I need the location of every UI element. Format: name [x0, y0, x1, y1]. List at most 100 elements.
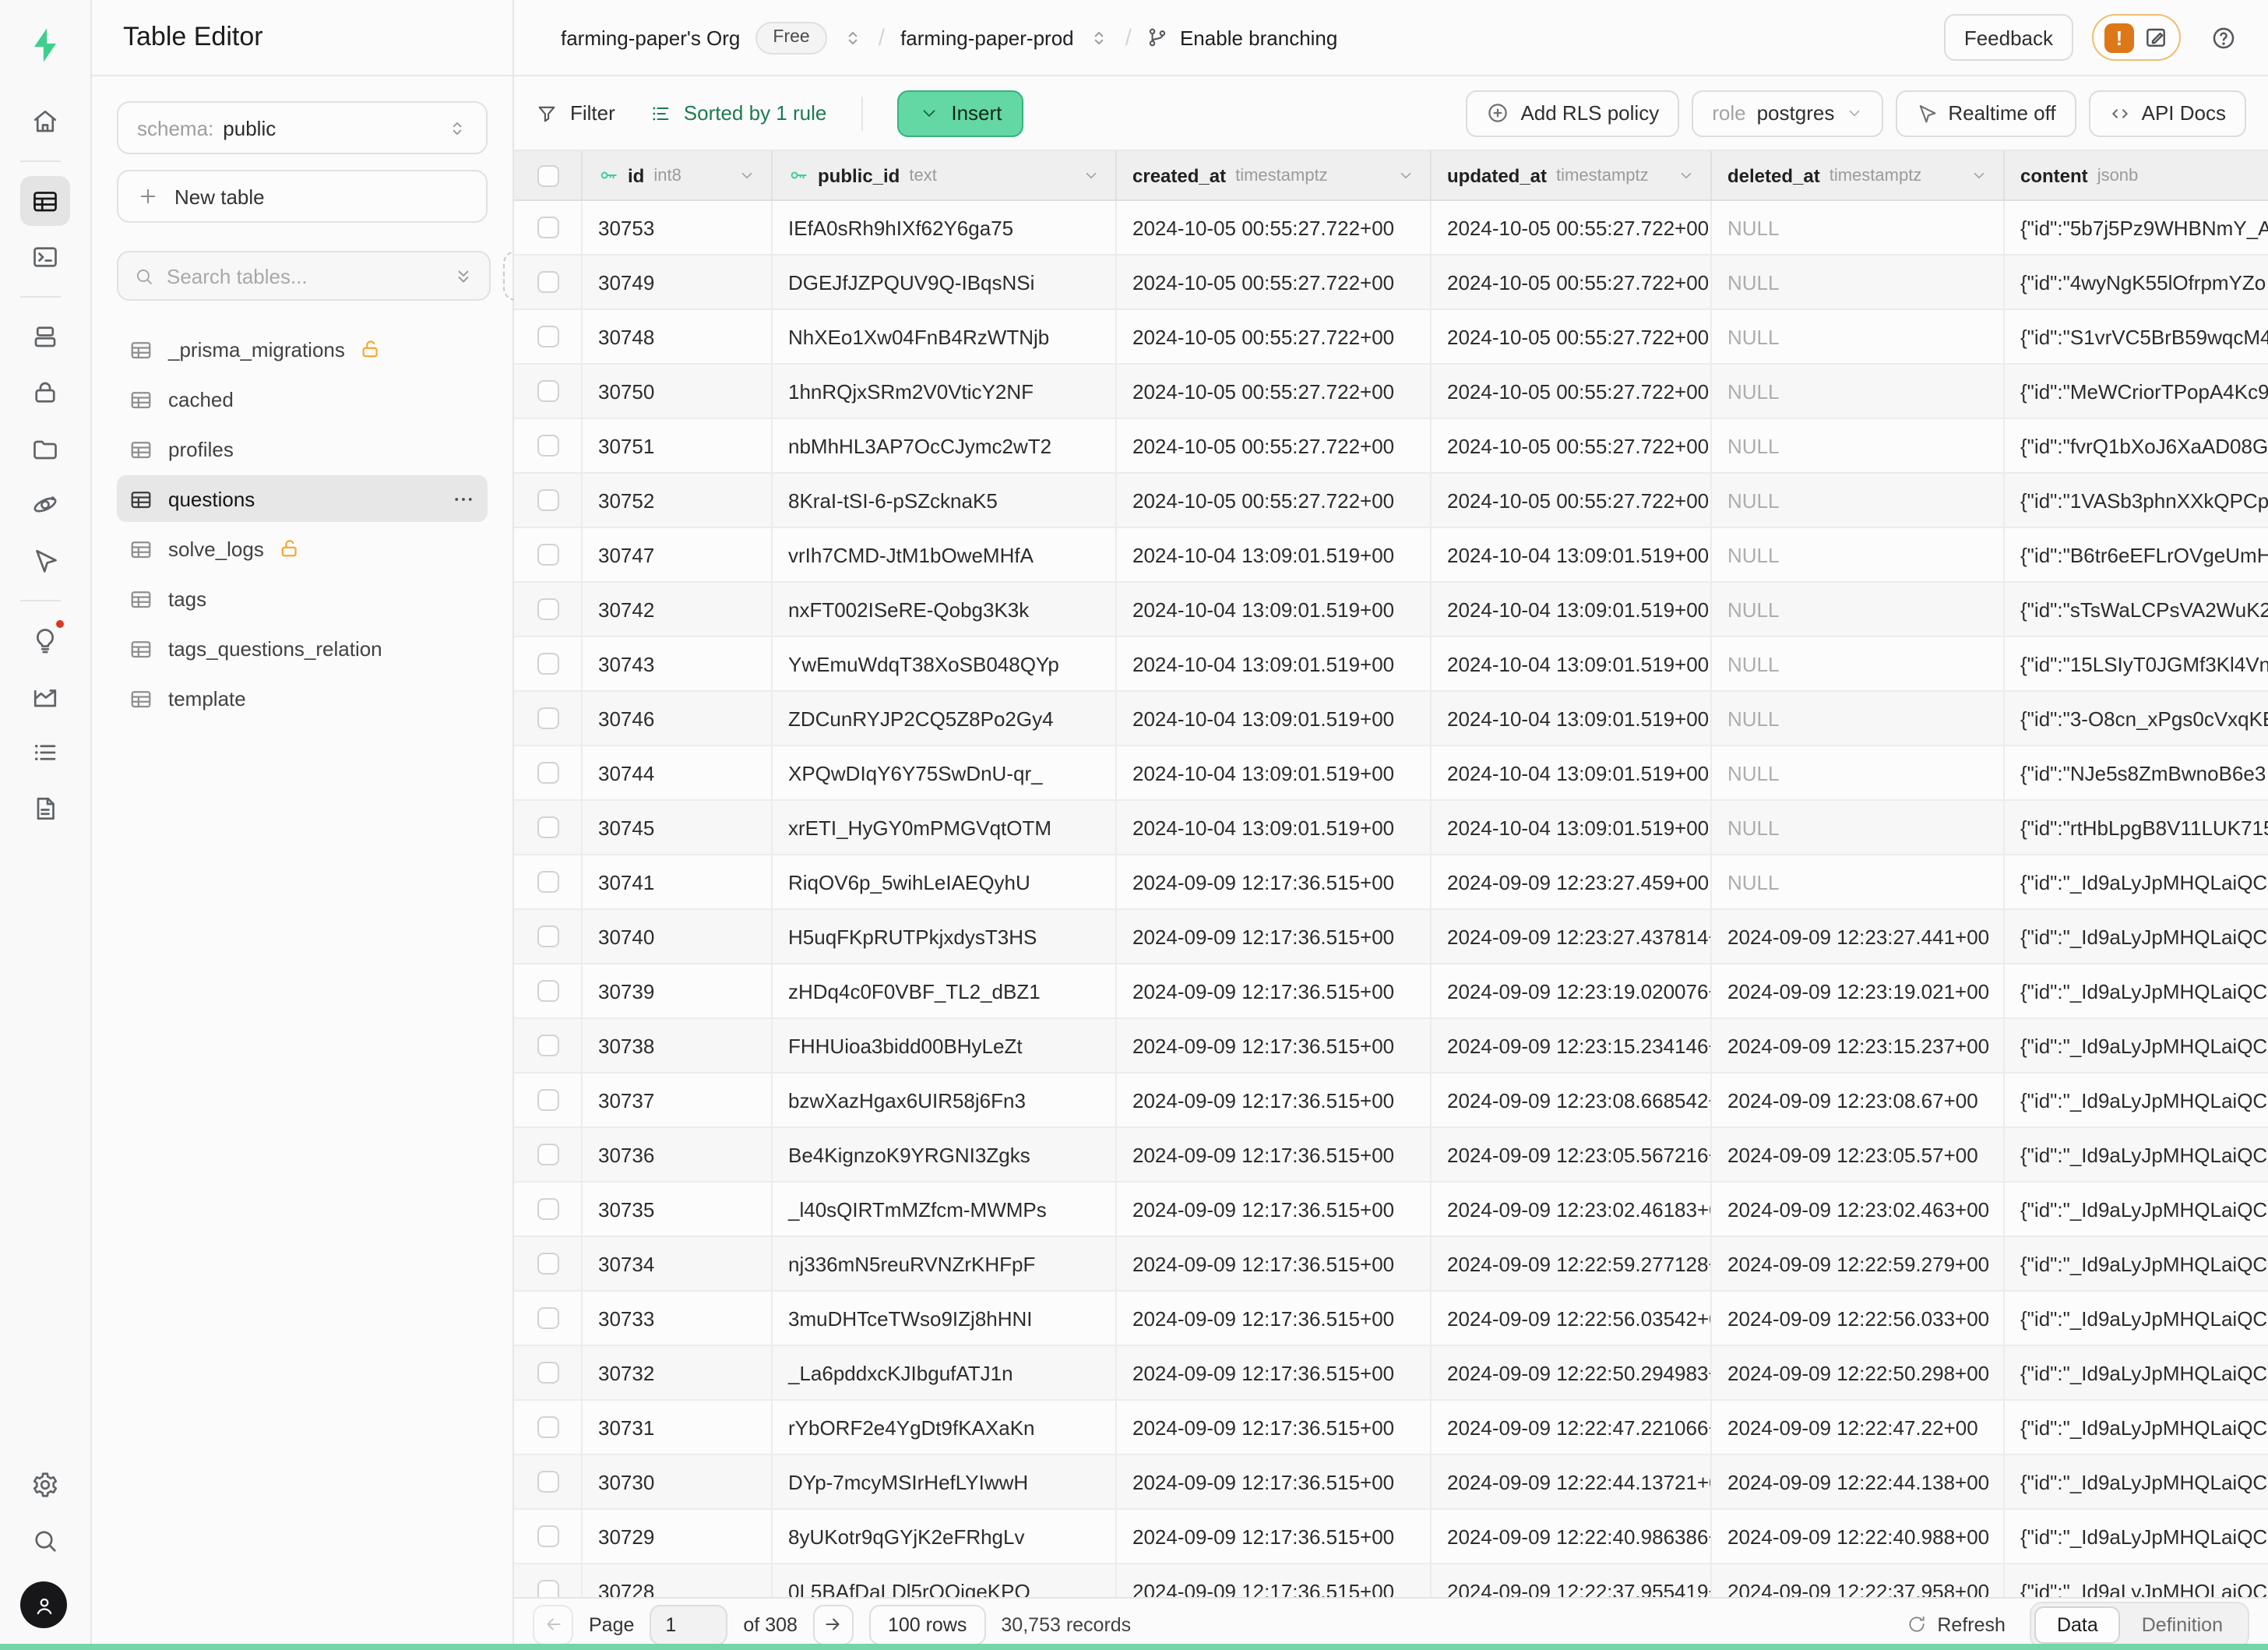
cell-updated_at[interactable]: 2024-09-09 12:23:27.459+00	[1432, 855, 1712, 908]
cell-updated_at[interactable]: 2024-09-09 12:22:56.03542+00	[1432, 1292, 1712, 1345]
row-checkbox[interactable]	[537, 1362, 558, 1384]
cell-content[interactable]: {"id":"_Id9aLyJpMHQLaiQC	[2005, 1292, 2268, 1345]
help-button[interactable]	[2199, 14, 2246, 61]
cell-public_id[interactable]: nbMhHL3AP7OcCJymc2wT2	[773, 419, 1117, 472]
cell-content[interactable]: {"id":"rtHbLpgB8V11LUK7152	[2005, 801, 2268, 854]
refresh-button[interactable]: Refresh	[1906, 1613, 2006, 1635]
cell-deleted_at[interactable]: NULL	[1712, 419, 2005, 472]
role-select[interactable]: role postgres	[1692, 90, 1882, 136]
supabase-logo-icon[interactable]	[19, 19, 72, 72]
cell-id[interactable]: 30749	[583, 256, 773, 308]
cell-created_at[interactable]: 2024-10-05 00:55:27.722+00	[1117, 365, 1432, 418]
rows-per-page-button[interactable]: 100 rows	[869, 1604, 985, 1645]
row-checkbox[interactable]	[537, 1525, 558, 1547]
cell-id[interactable]: 30733	[583, 1292, 773, 1345]
cell-created_at[interactable]: 2024-10-05 00:55:27.722+00	[1117, 256, 1432, 308]
row-checkbox[interactable]	[537, 1253, 558, 1275]
cell-deleted_at[interactable]: 2024-09-09 12:23:19.021+00	[1712, 964, 2005, 1017]
row-checkbox[interactable]	[537, 217, 558, 238]
cell-content[interactable]: {"id":"S1vrVC5BrB59wqcM4	[2005, 310, 2268, 363]
cell-content[interactable]: {"id":"_Id9aLyJpMHQLaiQC	[2005, 1510, 2268, 1563]
row-checkbox[interactable]	[537, 653, 558, 675]
rail-item-realtime[interactable]	[20, 536, 70, 586]
cell-id[interactable]: 30738	[583, 1019, 773, 1072]
cell-updated_at[interactable]: 2024-09-09 12:23:02.46183+00	[1432, 1183, 1712, 1236]
column-menu-icon[interactable]	[738, 167, 755, 184]
sidebar-table-solve_logs[interactable]: solve_logs	[117, 525, 488, 572]
row-checkbox[interactable]	[537, 1580, 558, 1597]
rail-item-account[interactable]	[20, 1581, 67, 1628]
select-all-checkbox-cell[interactable]	[514, 151, 583, 199]
cell-deleted_at[interactable]: 2024-09-09 12:22:40.988+00	[1712, 1510, 2005, 1563]
cell-content[interactable]: {"id":"B6tr6eEFLrOVgeUmH	[2005, 528, 2268, 581]
cell-created_at[interactable]: 2024-10-04 13:09:01.519+00	[1117, 746, 1432, 799]
cell-id[interactable]: 30731	[583, 1401, 773, 1454]
cell-public_id[interactable]: _La6pddxcKJIbgufATJ1n	[773, 1346, 1117, 1399]
column-menu-icon[interactable]	[1397, 167, 1414, 184]
cell-deleted_at[interactable]: NULL	[1712, 528, 2005, 581]
cell-content[interactable]: {"id":"_Id9aLyJpMHQLaiQC	[2005, 1564, 2268, 1597]
cell-content[interactable]: {"id":"5b7j5Pz9WHBNmY_A	[2005, 201, 2268, 254]
select-all-checkbox[interactable]	[537, 164, 558, 186]
cell-id[interactable]: 30750	[583, 365, 773, 418]
chevrons-up-down-icon[interactable]	[843, 27, 863, 48]
cell-created_at[interactable]: 2024-10-04 13:09:01.519+00	[1117, 692, 1432, 745]
cell-updated_at[interactable]: 2024-09-09 12:22:44.13721+00	[1432, 1455, 1712, 1508]
row-checkbox[interactable]	[537, 598, 558, 620]
column-header-updated_at[interactable]: updated_attimestamptz	[1432, 151, 1712, 199]
enable-branching-button[interactable]: Enable branching	[1147, 26, 1337, 49]
sidebar-table-tags_questions_relation[interactable]: tags_questions_relation	[117, 625, 488, 672]
cell-content[interactable]: {"id":"_Id9aLyJpMHQLaiQC	[2005, 1019, 2268, 1072]
previous-page-button[interactable]	[533, 1604, 573, 1645]
cell-created_at[interactable]: 2024-09-09 12:17:36.515+00	[1117, 964, 1432, 1017]
cell-created_at[interactable]: 2024-10-04 13:09:01.519+00	[1117, 637, 1432, 690]
cell-created_at[interactable]: 2024-10-05 00:55:27.722+00	[1117, 310, 1432, 363]
column-header-id[interactable]: idint8	[583, 151, 773, 199]
breadcrumb-org[interactable]: farming-paper's Org	[561, 26, 740, 49]
cell-public_id[interactable]: vrIh7CMD-JtM1bOweMHfA	[773, 528, 1117, 581]
cell-id[interactable]: 30728	[583, 1564, 773, 1597]
cell-created_at[interactable]: 2024-09-09 12:17:36.515+00	[1117, 1401, 1432, 1454]
cell-deleted_at[interactable]: NULL	[1712, 256, 2005, 308]
cell-id[interactable]: 30730	[583, 1455, 773, 1508]
sidebar-table-_prisma_migrations[interactable]: _prisma_migrations	[117, 326, 488, 372]
rail-item-sql-editor[interactable]	[20, 232, 70, 282]
cell-updated_at[interactable]: 2024-10-04 13:09:01.519+00	[1432, 528, 1712, 581]
cell-updated_at[interactable]: 2024-10-05 00:55:27.722+00	[1432, 201, 1712, 254]
cell-public_id[interactable]: 1hnRQjxSRm2V0VticY2NF	[773, 365, 1117, 418]
cell-content[interactable]: {"id":"_Id9aLyJpMHQLaiQC	[2005, 1183, 2268, 1236]
cell-content[interactable]: {"id":"sTsWaLCPsVA2WuK2	[2005, 583, 2268, 636]
sidebar-table-profiles[interactable]: profiles	[117, 425, 488, 472]
cell-content[interactable]: {"id":"fvrQ1bXoJ6XaAD08G	[2005, 419, 2268, 472]
cell-deleted_at[interactable]: NULL	[1712, 801, 2005, 854]
plan-badge[interactable]: Free	[755, 21, 826, 54]
new-table-button[interactable]: New table	[117, 170, 488, 223]
row-checkbox[interactable]	[537, 435, 558, 457]
cell-public_id[interactable]: FHHUioa3bidd00BHyLeZt	[773, 1019, 1117, 1072]
column-menu-icon[interactable]	[1083, 167, 1100, 184]
assistant-notification-pill[interactable]: !	[2092, 14, 2181, 61]
realtime-toggle-button[interactable]: Realtime off	[1895, 90, 2076, 136]
cell-id[interactable]: 30748	[583, 310, 773, 363]
cell-id[interactable]: 30729	[583, 1510, 773, 1563]
cell-updated_at[interactable]: 2024-09-09 12:22:37.955419+00	[1432, 1564, 1712, 1597]
cell-deleted_at[interactable]: 2024-09-09 12:22:59.279+00	[1712, 1237, 2005, 1290]
cell-public_id[interactable]: Be4KignzoK9YRGNI3Zgks	[773, 1128, 1117, 1181]
cell-deleted_at[interactable]: NULL	[1712, 201, 2005, 254]
cell-content[interactable]: {"id":"NJe5s8ZmBwnoB6e3	[2005, 746, 2268, 799]
chevrons-down-icon[interactable]	[453, 266, 474, 286]
cell-deleted_at[interactable]: 2024-09-09 12:23:05.57+00	[1712, 1128, 2005, 1181]
cell-deleted_at[interactable]: 2024-09-09 12:22:56.033+00	[1712, 1292, 2005, 1345]
cell-id[interactable]: 30745	[583, 801, 773, 854]
cell-updated_at[interactable]: 2024-09-09 12:23:15.234146+00	[1432, 1019, 1712, 1072]
feedback-button[interactable]: Feedback	[1944, 14, 2073, 61]
cell-id[interactable]: 30742	[583, 583, 773, 636]
cell-created_at[interactable]: 2024-10-04 13:09:01.519+00	[1117, 528, 1432, 581]
cell-created_at[interactable]: 2024-10-05 00:55:27.722+00	[1117, 201, 1432, 254]
cell-id[interactable]: 30751	[583, 419, 773, 472]
cell-updated_at[interactable]: 2024-09-09 12:23:27.437814+00	[1432, 910, 1712, 963]
breadcrumb-project[interactable]: farming-paper-prod	[900, 26, 1074, 49]
cell-created_at[interactable]: 2024-10-04 13:09:01.519+00	[1117, 583, 1432, 636]
cell-created_at[interactable]: 2024-09-09 12:17:36.515+00	[1117, 1292, 1432, 1345]
cell-public_id[interactable]: RiqOV6p_5wihLeIAEQyhU	[773, 855, 1117, 908]
